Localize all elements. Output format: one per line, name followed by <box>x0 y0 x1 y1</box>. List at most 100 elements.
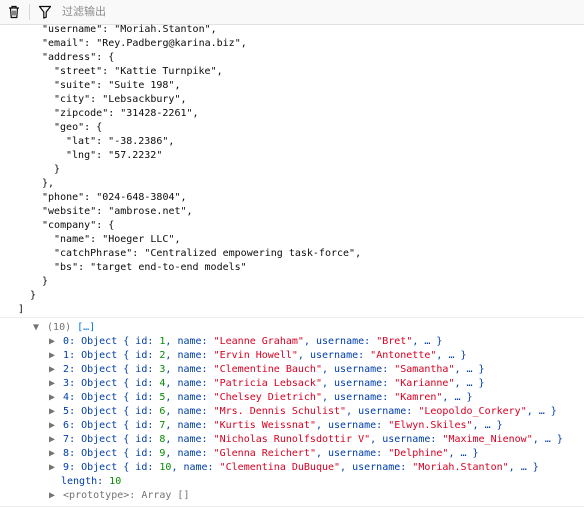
prop-key: , name: <box>165 392 214 403</box>
array-item-row[interactable]: ▶ 1: Object { id: 2, name: "Ervin Howell… <box>47 349 584 363</box>
object-prefix: : Object { <box>69 462 136 473</box>
funnel-icon[interactable] <box>37 4 53 20</box>
prop-key: , username: <box>315 420 389 431</box>
prop-username-value: Moriah.Stanton <box>418 462 503 473</box>
json-comma: , <box>174 80 181 91</box>
json-key: lng <box>72 150 91 161</box>
array-preview: […] <box>77 322 96 333</box>
filter-output-input[interactable] <box>62 3 572 20</box>
prop-name-value: Chelsey Dietrich <box>219 392 316 403</box>
json-comma: , <box>216 66 223 77</box>
json-bracket: { <box>96 122 103 133</box>
prop-name-value: Clementine Bauch <box>219 364 316 375</box>
json-line: "city": "Lebsackbury", <box>54 93 584 107</box>
json-key: company <box>48 220 91 231</box>
expand-toggle-icon: ▼ <box>32 322 40 333</box>
object-suffix: , … } <box>442 392 473 403</box>
expand-toggle-icon: ▶ <box>48 392 56 403</box>
json-bracket: } <box>54 164 61 175</box>
prop-name-value: Nicholas Runolfsdottir V <box>219 434 365 445</box>
array-count: (10) <box>47 322 72 333</box>
array-item-row[interactable]: ▶ 7: Object { id: 8, name: "Nicholas Run… <box>47 433 584 447</box>
message-separator <box>0 506 584 507</box>
object-suffix: , … } <box>454 364 485 375</box>
prop-key: , username: <box>321 378 395 389</box>
json-quote: ": <box>102 108 121 119</box>
message-separator <box>0 317 584 318</box>
prop-key: id: <box>135 434 160 445</box>
prop-key: , name: <box>165 434 214 445</box>
prop-name-value: Glenna Reichert <box>219 448 310 459</box>
json-line: } <box>42 275 584 289</box>
json-bracket: }, <box>42 178 55 189</box>
json-comma: , <box>355 248 362 259</box>
json-line: "lng": "57.2232" <box>66 149 584 163</box>
prop-name-value: Mrs. Dennis Schulist <box>219 406 341 417</box>
prop-username-value: Antonette <box>376 350 431 361</box>
json-bracket: } <box>42 276 49 287</box>
prop-name-value: Kurtis Weissnat <box>219 420 310 431</box>
json-value: Lebsackbury <box>108 94 175 105</box>
expand-toggle-icon: ▶ <box>48 490 56 501</box>
json-value: Hoeger LLC <box>108 234 169 245</box>
expand-toggle-icon: ▶ <box>48 336 56 347</box>
json-key: street <box>60 66 97 77</box>
array-item-row[interactable]: ▶ 4: Object { id: 5, name: "Chelsey Diet… <box>47 391 584 405</box>
trash-icon[interactable] <box>6 4 22 20</box>
json-line: "zipcode": "31428-2261", <box>54 107 584 121</box>
json-line: "name": "Hoeger LLC", <box>54 233 584 247</box>
prop-username-value: Bret <box>382 336 407 347</box>
prop-key: , name: <box>171 462 220 473</box>
json-quote: ": <box>84 94 103 105</box>
prop-key: , name: <box>165 378 214 389</box>
object-prefix: : Object { <box>69 364 136 375</box>
array-header[interactable]: ▼ (10) […] <box>31 321 584 335</box>
json-value: 57.2232 <box>114 150 157 161</box>
json-line: "phone": "024-648-3804", <box>42 191 584 205</box>
prop-key: , username: <box>340 462 413 473</box>
json-quote: ": <box>90 80 109 91</box>
json-key: geo <box>60 122 79 133</box>
json-value: Centralized empowering task-force <box>150 248 350 259</box>
array-prototype-row[interactable]: ▶ <prototype>: Array [] <box>47 489 584 503</box>
object-suffix: , … } <box>412 336 443 347</box>
array-item-row[interactable]: ▶ 5: Object { id: 6, name: "Mrs. Dennis … <box>47 405 584 419</box>
json-value: 31428-2261 <box>126 108 187 119</box>
object-suffix: , … } <box>472 420 503 431</box>
prop-username-value: Elwyn.Skiles <box>394 420 467 431</box>
json-quote: ": <box>78 38 97 49</box>
prop-name-value: Ervin Howell <box>219 350 292 361</box>
object-suffix: , … } <box>508 462 539 473</box>
prop-key: , name: <box>165 350 214 361</box>
json-key: zipcode <box>60 108 103 119</box>
array-item-row[interactable]: ▶ 2: Object { id: 3, name: "Clementine B… <box>47 363 584 377</box>
json-comma: , <box>180 94 187 105</box>
json-line: "lat": "-38.2386", <box>66 135 584 149</box>
colon: : <box>97 476 110 487</box>
json-quote: ": <box>90 150 109 161</box>
prop-key: , username: <box>321 364 395 375</box>
array-length: length: 10 <box>61 475 584 489</box>
length-value: 10 <box>109 476 122 487</box>
prop-key: , name: <box>165 420 214 431</box>
json-key: name <box>60 234 85 245</box>
array-item-row[interactable]: ▶ 0: Object { id: 1, name: "Leanne Graha… <box>47 335 584 349</box>
json-value: target end-to-end models <box>96 262 241 273</box>
prototype-value: Array [] <box>141 490 190 501</box>
expand-toggle-icon: ▶ <box>48 406 56 417</box>
expand-toggle-icon: ▶ <box>48 364 56 375</box>
prop-name-value: Patricia Lebsack <box>219 378 316 389</box>
prop-key: id: <box>135 378 160 389</box>
array-item-row[interactable]: ▶ 8: Object { id: 9, name: "Glenna Reich… <box>47 447 584 461</box>
array-item-row[interactable]: ▶ 9: Object { id: 10, name: "Clementina … <box>47 461 584 475</box>
json-value: ambrose.net <box>114 206 181 217</box>
json-line: } <box>54 163 584 177</box>
json-key: suite <box>60 80 91 91</box>
prop-key: , username: <box>321 392 395 403</box>
json-bracket: ] <box>18 304 25 315</box>
json-key: website <box>48 206 91 217</box>
json-comma: , <box>210 24 217 35</box>
array-item-row[interactable]: ▶ 3: Object { id: 4, name: "Patricia Leb… <box>47 377 584 391</box>
prop-username-value: Kamren <box>400 392 437 403</box>
array-item-row[interactable]: ▶ 6: Object { id: 7, name: "Kurtis Weiss… <box>47 419 584 433</box>
